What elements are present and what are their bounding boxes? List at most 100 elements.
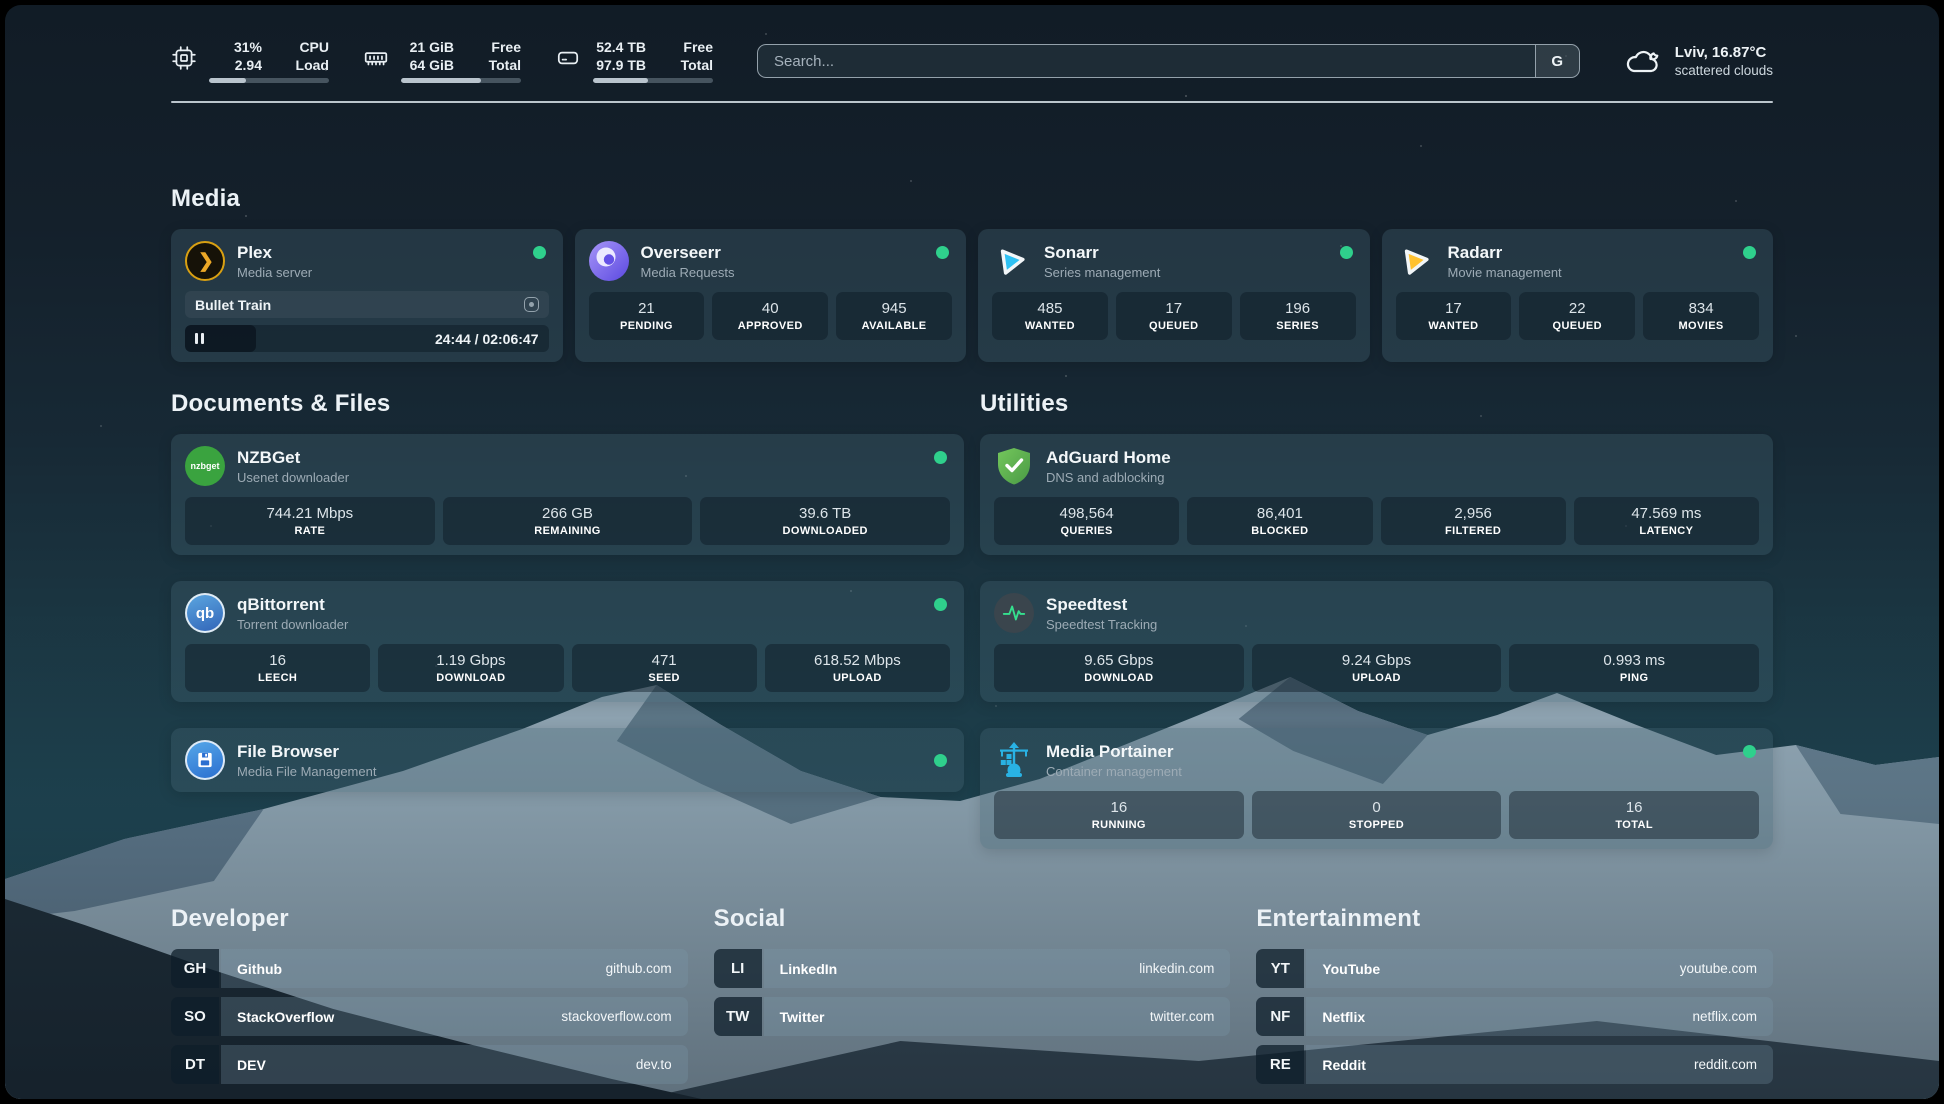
nzbget-subtitle: Usenet downloader bbox=[237, 470, 349, 485]
section-heading-entertainment: Entertainment bbox=[1256, 905, 1773, 933]
stat-value: 16 bbox=[1626, 799, 1643, 816]
bookmark-github[interactable]: GH Github github.com bbox=[171, 949, 688, 988]
ram-icon bbox=[363, 45, 389, 71]
stat-label: SEED bbox=[648, 672, 680, 684]
radarr-card[interactable]: Radarr Movie management 17 WANTED 22 QUE… bbox=[1382, 229, 1774, 362]
stat-label: WANTED bbox=[1428, 320, 1478, 332]
adguard-card[interactable]: AdGuard Home DNS and adblocking 498,564 … bbox=[980, 434, 1773, 555]
stat-value: 266 GB bbox=[542, 505, 593, 522]
stat-box: 39.6 TB DOWNLOADED bbox=[700, 497, 950, 545]
stat-value: 0 bbox=[1372, 799, 1380, 816]
speedtest-subtitle: Speedtest Tracking bbox=[1046, 617, 1157, 632]
bookmark-url: reddit.com bbox=[1694, 1057, 1757, 1072]
stat-box: 16 RUNNING bbox=[994, 791, 1244, 839]
portainer-status-dot bbox=[1743, 745, 1756, 758]
bookmark-youtube[interactable]: YT YouTube youtube.com bbox=[1256, 949, 1773, 988]
disk-icon bbox=[555, 45, 581, 71]
filebrowser-card[interactable]: File Browser Media File Management bbox=[171, 728, 964, 792]
stat-label: UPLOAD bbox=[833, 672, 882, 684]
bookmark-netflix[interactable]: NF Netflix netflix.com bbox=[1256, 997, 1773, 1036]
bookmark-twitter[interactable]: TW Twitter twitter.com bbox=[714, 997, 1231, 1036]
bookmark-abbr: LI bbox=[714, 949, 762, 988]
stat-label: MOVIES bbox=[1678, 320, 1723, 332]
bookmark-name: LinkedIn bbox=[780, 961, 838, 977]
section-heading-media: Media bbox=[171, 185, 1773, 213]
overseerr-title: Overseerr bbox=[641, 243, 735, 263]
memory-total-value: 64 GiB bbox=[401, 57, 454, 73]
stat-value: 498,564 bbox=[1060, 505, 1114, 522]
stat-box: 9.65 Gbps DOWNLOAD bbox=[994, 644, 1244, 692]
memory-progress-fill bbox=[401, 78, 481, 83]
filebrowser-status-dot bbox=[934, 754, 947, 767]
overseerr-icon bbox=[589, 241, 629, 281]
plex-card[interactable]: ❯ Plex Media server Bullet Train 24:44 /… bbox=[171, 229, 563, 362]
bookmark-name: Github bbox=[237, 961, 282, 977]
stat-value: 0.993 ms bbox=[1603, 652, 1665, 669]
stat-box: 744.21 Mbps RATE bbox=[185, 497, 435, 545]
topbar-divider bbox=[171, 101, 1773, 103]
stat-value: 16 bbox=[269, 652, 286, 669]
stat-box: 47.569 ms LATENCY bbox=[1574, 497, 1759, 545]
plex-title: Plex bbox=[237, 243, 312, 263]
now-playing-icon[interactable] bbox=[524, 297, 539, 312]
pause-icon[interactable] bbox=[195, 333, 204, 344]
nzbget-icon-text: nzbget bbox=[191, 461, 220, 471]
stat-box: 196 SERIES bbox=[1240, 292, 1356, 340]
radarr-title: Radarr bbox=[1448, 243, 1562, 263]
stat-value: 86,401 bbox=[1257, 505, 1303, 522]
nzbget-card[interactable]: nzbget NZBGet Usenet downloader 744.21 M… bbox=[171, 434, 964, 555]
plex-now-playing-title: Bullet Train bbox=[195, 297, 271, 313]
stat-label: QUEUED bbox=[1553, 320, 1602, 332]
sonarr-icon bbox=[992, 241, 1032, 281]
sonarr-status-dot bbox=[1340, 246, 1353, 259]
stat-value: 196 bbox=[1285, 300, 1310, 317]
overseerr-card[interactable]: Overseerr Media Requests 21 PENDING 40 A… bbox=[575, 229, 967, 362]
stat-label: RUNNING bbox=[1092, 819, 1146, 831]
system-stats: 31% CPU 2.94 Load bbox=[171, 39, 713, 83]
bookmark-stackoverflow[interactable]: SO StackOverflow stackoverflow.com bbox=[171, 997, 688, 1036]
bookmark-reddit[interactable]: RE Reddit reddit.com bbox=[1256, 1045, 1773, 1084]
bookmark-dev[interactable]: DT DEV dev.to bbox=[171, 1045, 688, 1084]
qbittorrent-card[interactable]: qb qBittorrent Torrent downloader 16 bbox=[171, 581, 964, 702]
stat-value: 47.569 ms bbox=[1631, 505, 1701, 522]
stat-box: 945 AVAILABLE bbox=[836, 292, 952, 340]
disk-total-label: Total bbox=[660, 57, 713, 73]
disk-progress-track bbox=[593, 78, 713, 83]
plex-icon: ❯ bbox=[185, 241, 225, 281]
portainer-card[interactable]: Media Portainer Container management 16 … bbox=[980, 728, 1773, 849]
portainer-subtitle: Container management bbox=[1046, 764, 1182, 779]
stat-value: 16 bbox=[1110, 799, 1127, 816]
search-input[interactable] bbox=[758, 45, 1535, 77]
cpu-progress-track bbox=[209, 78, 329, 83]
bookmark-url: netflix.com bbox=[1692, 1009, 1757, 1024]
cpu-usage-label: CPU bbox=[276, 39, 329, 55]
stat-label: DOWNLOADED bbox=[783, 525, 868, 537]
section-heading-documents: Documents & Files bbox=[171, 390, 964, 418]
stat-box: 16 TOTAL bbox=[1509, 791, 1759, 839]
bookmark-abbr: TW bbox=[714, 997, 762, 1036]
stat-value: 945 bbox=[882, 300, 907, 317]
search-bar: G bbox=[757, 44, 1580, 78]
stat-label: RATE bbox=[294, 525, 325, 537]
bookmark-name: YouTube bbox=[1322, 961, 1380, 977]
entertainment-bookmarks: Entertainment YT YouTube youtube.com NF … bbox=[1256, 905, 1773, 1084]
stat-box: 9.24 Gbps UPLOAD bbox=[1252, 644, 1502, 692]
stat-box: 834 MOVIES bbox=[1643, 292, 1759, 340]
qbittorrent-icon-text: qb bbox=[196, 605, 214, 622]
stat-label: LATENCY bbox=[1639, 525, 1693, 537]
disk-total-value: 97.9 TB bbox=[593, 57, 646, 73]
sonarr-card[interactable]: Sonarr Series management 485 WANTED 17 Q… bbox=[978, 229, 1370, 362]
overseerr-subtitle: Media Requests bbox=[641, 265, 735, 280]
bookmark-linkedin[interactable]: LI LinkedIn linkedin.com bbox=[714, 949, 1231, 988]
stat-value: 40 bbox=[762, 300, 779, 317]
plex-subtitle: Media server bbox=[237, 265, 312, 280]
stat-label: SERIES bbox=[1276, 320, 1319, 332]
search-provider-button[interactable]: G bbox=[1535, 45, 1579, 77]
speedtest-card[interactable]: Speedtest Speedtest Tracking 9.65 Gbps D… bbox=[980, 581, 1773, 702]
stat-box: 0.993 ms PING bbox=[1509, 644, 1759, 692]
cpu-stat: 31% CPU 2.94 Load bbox=[171, 39, 329, 83]
stat-value: 21 bbox=[638, 300, 655, 317]
sonarr-subtitle: Series management bbox=[1044, 265, 1160, 280]
disk-stat: 52.4 TB Free 97.9 TB Total bbox=[555, 39, 713, 83]
bookmark-url: stackoverflow.com bbox=[561, 1009, 671, 1024]
